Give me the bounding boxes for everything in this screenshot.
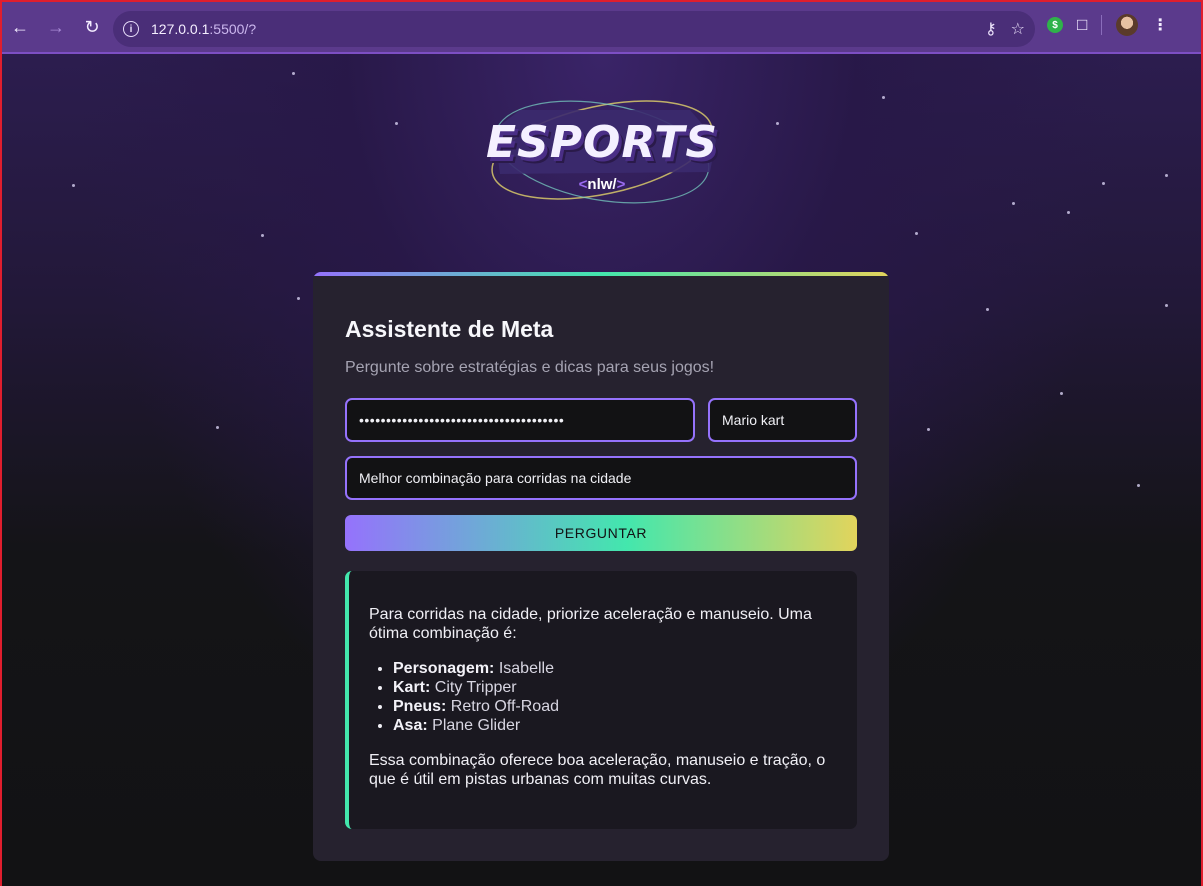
toolbar-divider [1101,15,1103,35]
star [882,96,885,99]
list-item: Pneus: Retro Off-Road [393,697,831,716]
bookmark-star-icon[interactable]: ☆ [1011,19,1025,39]
reload-icon[interactable]: ↻ [74,9,110,45]
item-value: Isabelle [498,660,554,677]
star [216,426,219,429]
question-input[interactable]: Melhor combinação para corridas na cidad… [345,456,857,500]
star [292,72,295,75]
api-key-input[interactable]: •••••••••••••••••••••••••••••••••••••• [345,398,695,442]
star [1067,211,1070,214]
browser-toolbar: ← → ↻ i 127.0.0.1:5500/? ⚷ ☆ $ □ ⋮ [2,2,1201,54]
back-arrow-icon[interactable]: ← [2,9,38,45]
star [1137,484,1140,487]
item-label: Personagem: [393,660,495,677]
star [915,232,918,235]
assistant-card: Assistente de Meta Pergunte sobre estrat… [313,272,889,861]
esports-logo: ESPORTS <nlw/> [480,82,724,222]
page-background: ESPORTS <nlw/> Assistente de Meta Pergun… [2,54,1201,886]
extensions-puzzle-icon[interactable]: □ [1077,15,1087,35]
ai-response: Para corridas na cidade, priorize aceler… [345,571,857,829]
logo-title: ESPORTS [486,116,719,168]
url-host: 127.0.0.1 [151,21,210,37]
item-label: Pneus: [393,698,447,715]
star [395,122,398,125]
star [986,308,989,311]
url-path: :5500/? [209,21,257,37]
star [1165,304,1168,307]
list-item: Kart: City Tripper [393,678,831,697]
game-input[interactable]: Mario kart [708,398,857,442]
logo-sub-text: nlw/ [587,176,617,193]
address-bar[interactable]: i 127.0.0.1:5500/? ⚷ ☆ [113,11,1035,47]
key-icon[interactable]: ⚷ [985,19,997,39]
profile-avatar[interactable] [1116,14,1139,36]
star [1060,392,1063,395]
response-intro: Para corridas na cidade, priorize aceler… [369,606,812,642]
item-value: Retro Off-Road [450,698,559,715]
page-title: Assistente de Meta [345,316,554,342]
menu-kebab-icon[interactable]: ⋮ [1152,15,1168,35]
item-value: City Tripper [434,679,517,696]
logo-bracket-close: > [616,176,626,193]
item-value: Plane Glider [432,717,521,734]
item-label: Asa: [393,717,428,734]
site-info-icon[interactable]: i [123,21,139,37]
star [1165,174,1168,177]
item-label: Kart: [393,679,431,696]
page-subtitle: Pergunte sobre estratégias e dicas para … [345,359,715,376]
list-item: Asa: Plane Glider [393,716,831,735]
response-list: Personagem: Isabelle Kart: City Tripper … [369,659,831,735]
star [297,297,300,300]
forward-arrow-icon[interactable]: → [38,9,74,45]
star [927,428,930,431]
star [1102,182,1105,185]
list-item: Personagem: Isabelle [393,659,831,678]
url-text[interactable]: 127.0.0.1:5500/? [151,21,256,37]
star [261,234,264,237]
response-outro: Essa combinação oferece boa aceleração, … [369,752,826,788]
star [1012,202,1015,205]
star [776,122,779,125]
extension-dollar-icon[interactable]: $ [1047,17,1063,33]
star [72,184,75,187]
logo-subtitle: <nlw/> [480,176,724,193]
ask-button[interactable]: PERGUNTAR [345,515,857,551]
card-gradient-bar [313,272,889,276]
